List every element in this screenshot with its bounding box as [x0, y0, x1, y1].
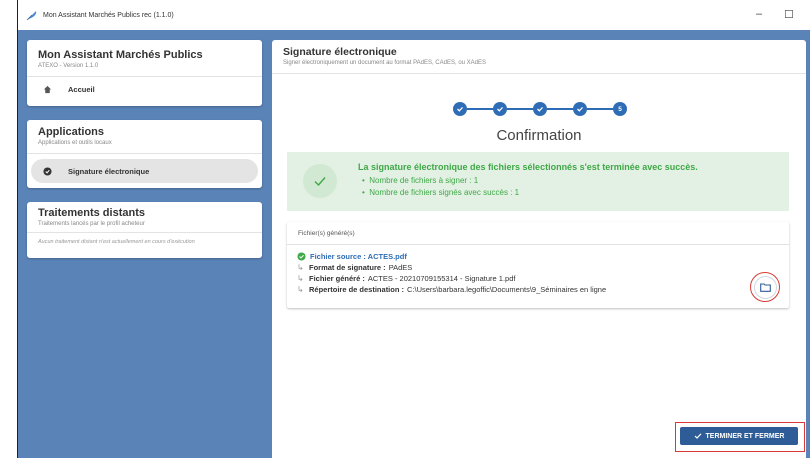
page-title: Signature électronique — [283, 46, 397, 58]
remote-empty-message: Aucun traitement distant n'est actuellem… — [38, 239, 195, 245]
divider — [27, 153, 262, 154]
title-bar: Mon Assistant Marchés Publics rec (1.1.0… — [18, 0, 810, 30]
divider — [272, 73, 806, 74]
generated-label: Fichier généré : — [309, 274, 365, 283]
subitem-arrow-icon: ↳ — [297, 263, 304, 272]
finish-close-button[interactable]: TERMINER ET FERMER — [680, 427, 798, 445]
format-value: PAdES — [388, 263, 413, 272]
maximize-button[interactable]: ☐ — [784, 8, 794, 21]
step-connector — [507, 108, 533, 110]
success-detail-item: • Nombre de fichiers à signer : 1 — [362, 176, 479, 185]
app-version: ATEXO - Version 1.1.0 — [38, 63, 99, 69]
sidebar-item-label: Accueil — [68, 85, 95, 94]
step-3-complete-icon — [533, 102, 547, 116]
divider — [287, 244, 789, 245]
files-header: Fichier(s) généré(s) — [298, 230, 355, 237]
success-alert: La signature électronique des fichiers s… — [287, 152, 789, 211]
sidebar-item-home[interactable]: Accueil — [27, 77, 262, 94]
step-title: Confirmation — [496, 127, 582, 144]
format-row: ↳ Format de signature : PAdES — [297, 262, 606, 273]
app-title: Mon Assistant Marchés Publics — [38, 49, 203, 61]
step-number: 5 — [618, 105, 622, 113]
success-message: La signature électronique des fichiers s… — [358, 162, 698, 172]
generated-files-card: Fichier(s) généré(s) Fichier source : AC… — [287, 222, 789, 308]
step-connector — [467, 108, 493, 110]
check-icon — [694, 432, 702, 440]
step-connector — [547, 108, 573, 110]
main-panel: Signature électronique Signer électroniq… — [272, 40, 806, 458]
left-window-edge — [0, 0, 18, 458]
open-folder-button[interactable] — [750, 272, 780, 302]
home-icon — [43, 85, 52, 94]
app-feather-icon — [26, 9, 38, 21]
remote-processing-card: Traitements distants Traitements lancés … — [27, 202, 262, 258]
app-content: Mon Assistant Marchés Publics ATEXO - Ve… — [18, 30, 810, 458]
sidebar-item-label: Signature électronique — [68, 166, 150, 176]
check-circle-icon — [297, 252, 306, 261]
step-connector — [587, 108, 613, 110]
success-check-icon — [303, 164, 337, 198]
destination-value: C:\Users\barbara.legoffic\Documents\9_Sé… — [407, 285, 607, 294]
applications-title: Applications — [38, 126, 105, 138]
destination-label: Répertoire de destination : — [309, 285, 405, 294]
remote-title: Traitements distants — [38, 207, 145, 219]
app-window: Mon Assistant Marchés Publics rec (1.1.0… — [18, 0, 810, 458]
applications-subtitle: Applications et outils locaux — [38, 140, 112, 146]
page-subtitle: Signer électroniquement un document au f… — [283, 60, 487, 66]
success-detail-item: • Nombre de fichiers signés avec succès … — [362, 187, 520, 197]
file-details: Fichier source : ACTES.pdf ↳ Format de s… — [297, 251, 606, 295]
format-label: Format de signature : — [309, 263, 386, 272]
source-file-link[interactable]: Fichier source : ACTES.pdf — [310, 252, 407, 261]
applications-card: Applications Applications et outils loca… — [27, 120, 262, 188]
finish-button-highlight: TERMINER ET FERMER — [675, 422, 805, 452]
window-title: Mon Assistant Marchés Publics rec (1.1.0… — [43, 11, 174, 19]
generated-value: ACTES - 20210709155314 - Signature 1.pdf — [367, 274, 516, 283]
app-info-card: Mon Assistant Marchés Publics ATEXO - Ve… — [27, 40, 262, 106]
step-4-complete-icon — [573, 102, 587, 116]
step-2-complete-icon — [493, 102, 507, 116]
generated-file-row: ↳ Fichier généré : ACTES - 2021070915531… — [297, 273, 606, 284]
step-5-current: 5 — [613, 102, 627, 116]
subitem-arrow-icon: ↳ — [297, 285, 304, 294]
sidebar-item-signature[interactable]: Signature électronique — [31, 159, 258, 183]
source-file-row: Fichier source : ACTES.pdf — [297, 251, 606, 262]
subitem-arrow-icon: ↳ — [297, 274, 304, 283]
finish-button-label: TERMINER ET FERMER — [705, 432, 785, 440]
minimize-button[interactable]: – — [756, 8, 762, 20]
success-details: • Nombre de fichiers à signer : 1 • Nomb… — [362, 176, 519, 199]
folder-icon — [759, 282, 771, 292]
seal-check-icon — [43, 166, 52, 176]
destination-row: ↳ Répertoire de destination : C:\Users\b… — [297, 284, 606, 295]
remote-subtitle: Traitements lancés par le profil acheteu… — [38, 221, 145, 227]
step-1-complete-icon — [453, 102, 467, 116]
